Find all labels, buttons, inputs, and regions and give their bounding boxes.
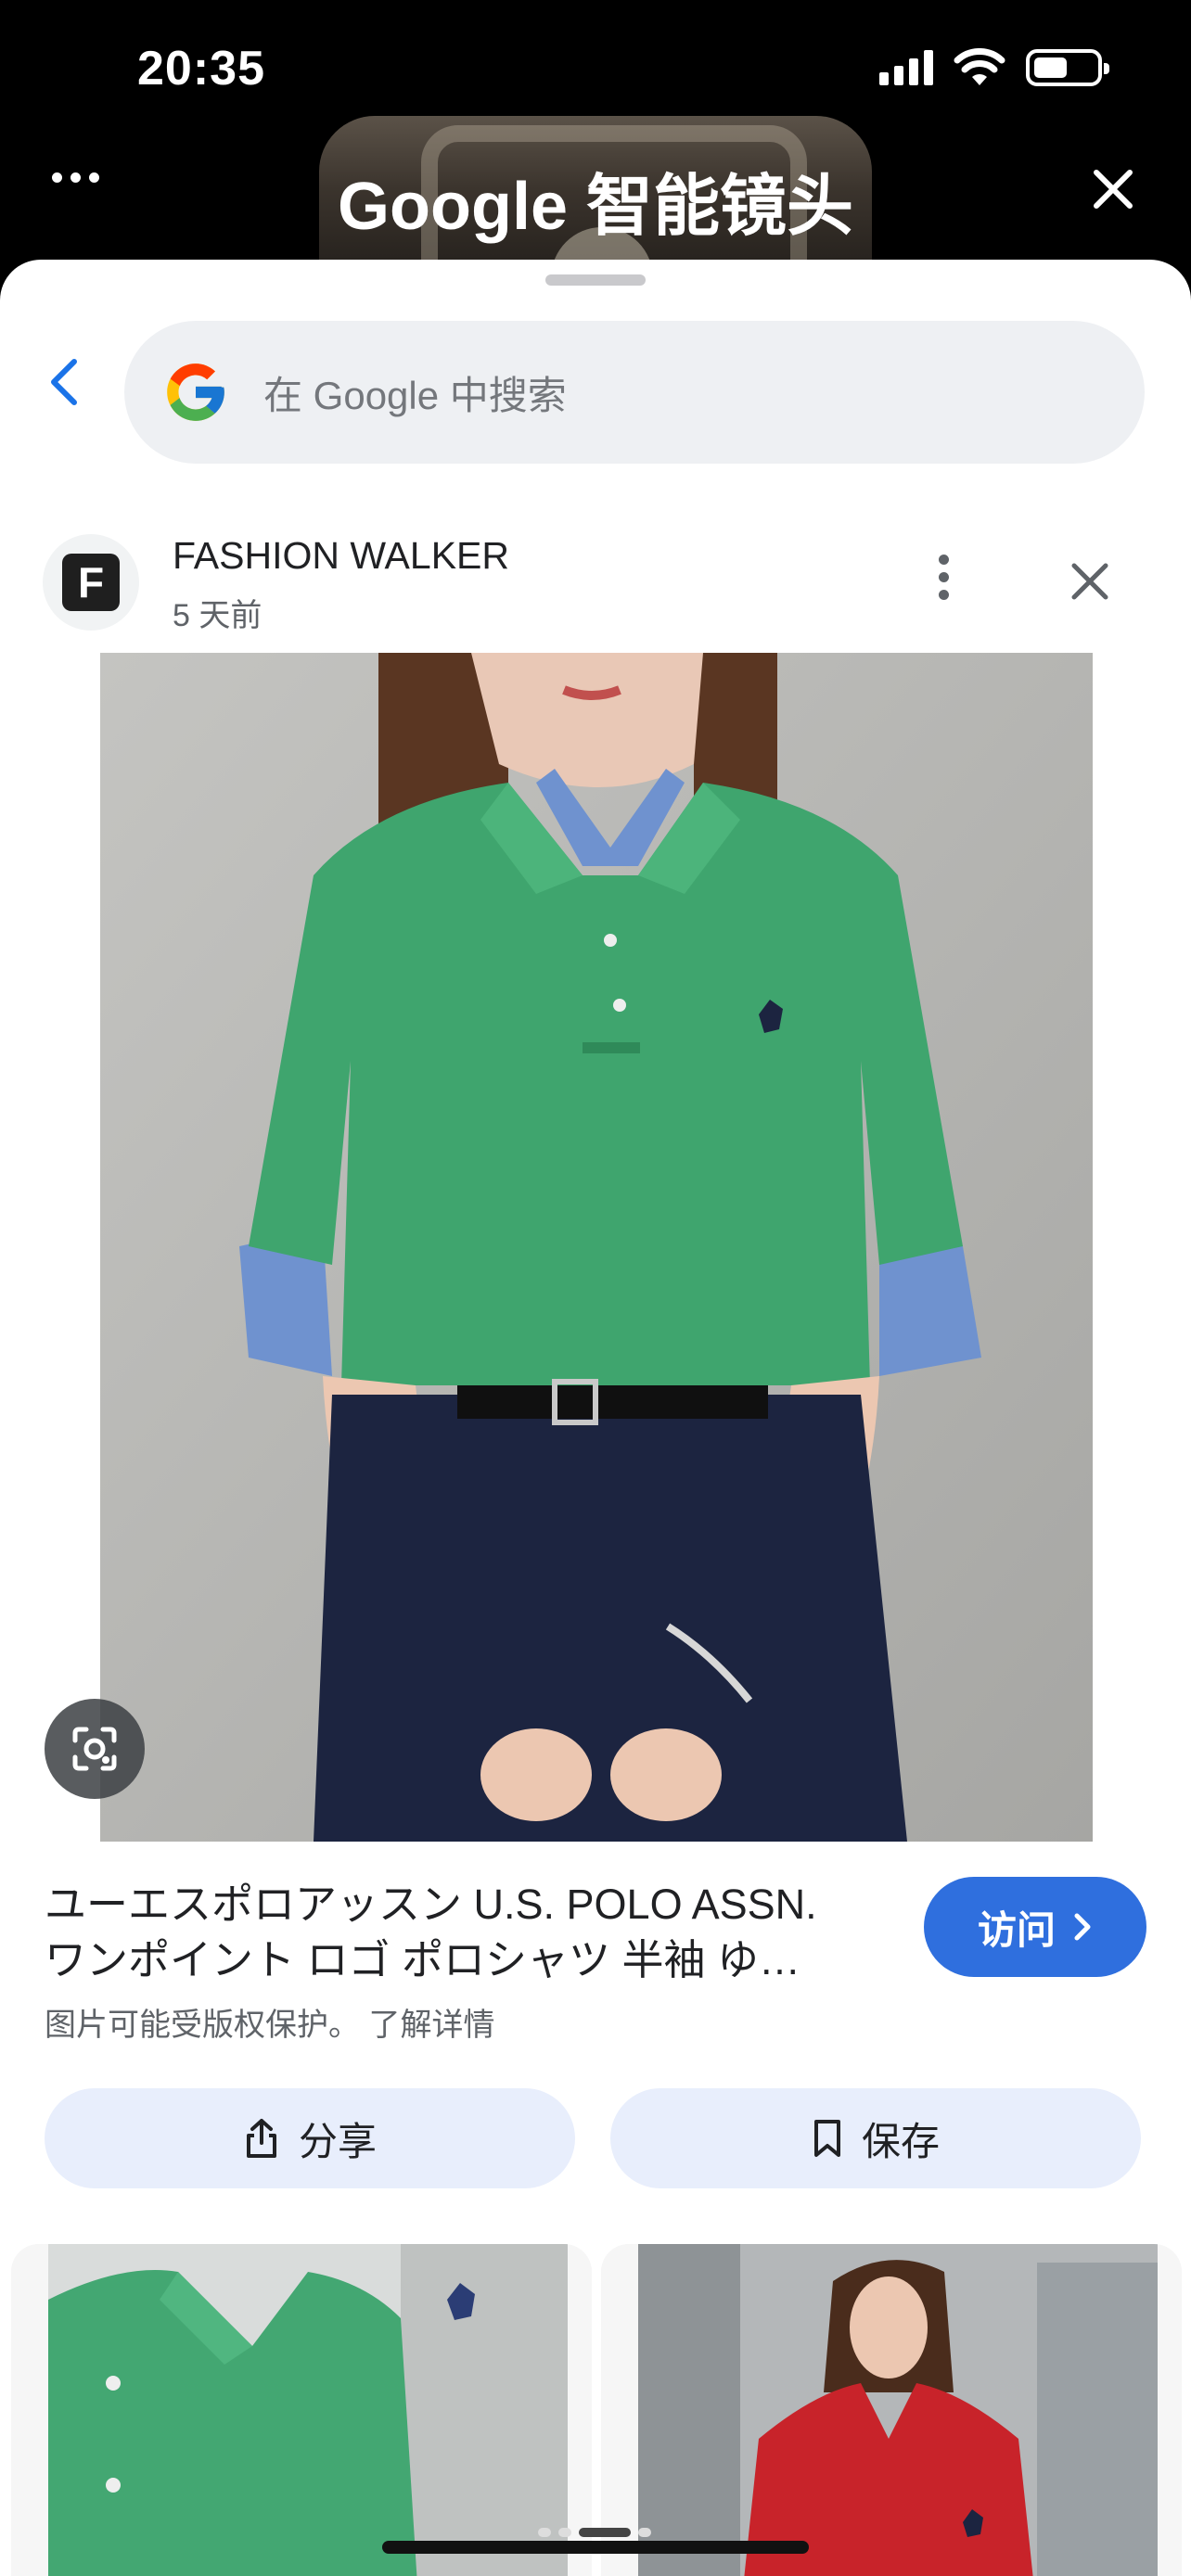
thumbnail-red-polo [601,2244,1182,2576]
learn-more-link[interactable]: 了解详情 [368,2008,494,2043]
status-icons [879,48,1109,87]
google-g-icon [167,363,224,421]
thumbnail-green-polo [11,2244,592,2576]
lens-title: Google 智能镜头 [338,170,853,244]
related-image-thumbnail[interactable] [11,2244,592,2576]
page-indicator [538,2528,651,2537]
source-logo-letter: F [62,554,120,611]
copyright-notice: 图片可能受版权保护。 了解详情 [45,1999,494,2045]
share-button[interactable]: 分享 [45,2088,575,2188]
chevron-right-icon [1074,1913,1091,1941]
wifi-icon [954,48,1005,85]
visit-label: 访问 [977,1907,1056,1952]
result-title-line1: ユーエスポロアッスン U.S. POLO ASSN. [45,1881,817,1928]
close-icon[interactable] [1063,555,1117,608]
result-title-line2: ワンポイント ロゴ ポロシャツ 半袖 ゆ… [45,1936,801,1983]
share-label: 分享 [298,2119,377,2163]
save-label: 保存 [861,2119,940,2163]
product-image[interactable] [100,653,1093,1842]
status-time: 20:35 [137,42,265,96]
lens-search-glyph [72,1727,117,1771]
copyright-text: 图片可能受版权保护。 [45,2008,360,2043]
related-image-thumbnail[interactable] [601,2244,1182,2576]
source-name[interactable]: FASHION WALKER [173,534,509,578]
product-photo [100,653,1093,1842]
source-time: 5 天前 [173,598,263,633]
search-bar[interactable]: 在 Google 中搜索 [124,321,1145,464]
save-button[interactable]: 保存 [610,2088,1141,2188]
source-avatar[interactable]: F [43,534,139,631]
close-icon[interactable] [1087,163,1139,215]
search-placeholder: 在 Google 中搜索 [263,373,567,417]
top-bar: 20:35 Google 智能镜头 [0,0,1191,278]
bookmark-icon [813,2120,840,2157]
lens-search-icon[interactable] [45,1699,145,1799]
chevron-left-icon[interactable] [37,352,96,412]
more-vertical-icon[interactable] [939,555,949,600]
results-sheet: 在 Google 中搜索 F FASHION WALKER 5 天前 ユーエスポ… [0,260,1191,2576]
sheet-drag-handle[interactable] [545,274,646,286]
result-title[interactable]: ユーエスポロアッスン U.S. POLO ASSN. ワンポイント ロゴ ポロシ… [45,1877,898,1988]
home-indicator[interactable] [382,2541,809,2554]
visit-button[interactable]: 访问 [924,1877,1146,1977]
share-icon [246,2119,276,2158]
signal-icon [879,50,933,85]
battery-icon [1026,49,1109,86]
